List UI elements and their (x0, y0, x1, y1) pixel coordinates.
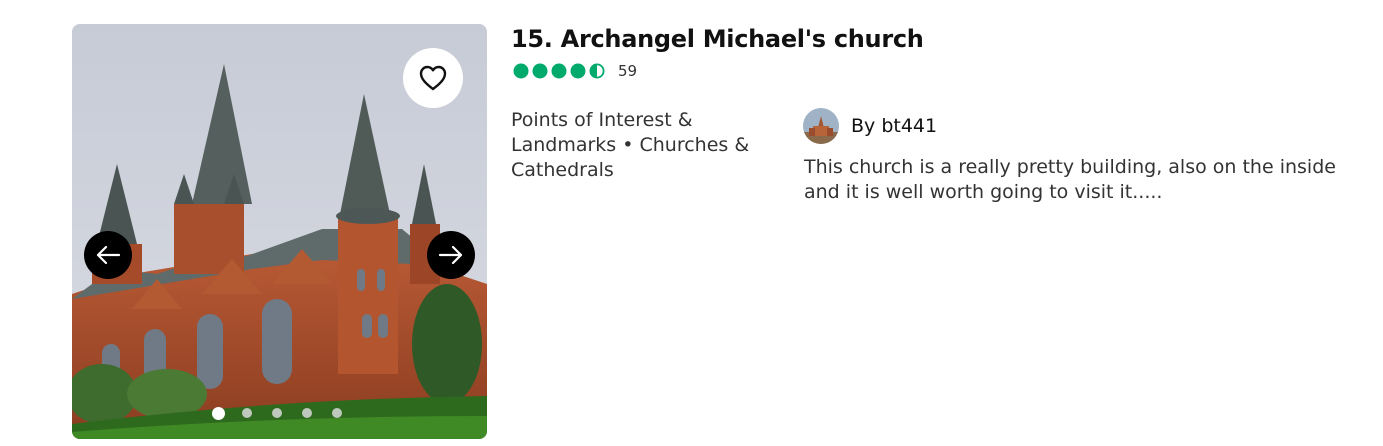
attraction-card: 15. Archangel Michael's church 59 Points… (0, 0, 1383, 446)
heart-icon (419, 65, 447, 91)
pagination-dot[interactable] (332, 408, 342, 418)
review-author-name: By bt441 (851, 115, 938, 137)
previous-photo-button[interactable] (84, 231, 132, 279)
rating-bubble-full-icon (513, 63, 529, 79)
avatar (803, 108, 839, 144)
attraction-category: Points of Interest & Landmarks • Churche… (511, 109, 750, 181)
attraction-title[interactable]: 15. Archangel Michael's church (511, 25, 924, 53)
pagination-dot[interactable] (242, 408, 252, 418)
review-author[interactable]: By bt441 (803, 108, 937, 144)
save-to-trip-button[interactable] (403, 48, 463, 108)
rating-bubble-half-icon (589, 63, 605, 79)
photo-pagination (212, 406, 362, 420)
pagination-dot[interactable] (272, 408, 282, 418)
arrow-right-icon (438, 245, 463, 265)
rating-bubble-full-icon (551, 63, 567, 79)
pagination-dot[interactable] (212, 406, 225, 420)
rating-bubble-full-icon (532, 63, 548, 79)
pagination-dot[interactable] (302, 408, 312, 418)
next-photo-button[interactable] (427, 231, 475, 279)
rating-bubble-full-icon (570, 63, 586, 79)
review-count: 59 (618, 62, 638, 80)
rating-row[interactable]: 59 (513, 62, 637, 80)
review-snippet: This church is a really pretty building,… (804, 156, 1336, 203)
arrow-left-icon (96, 245, 121, 265)
